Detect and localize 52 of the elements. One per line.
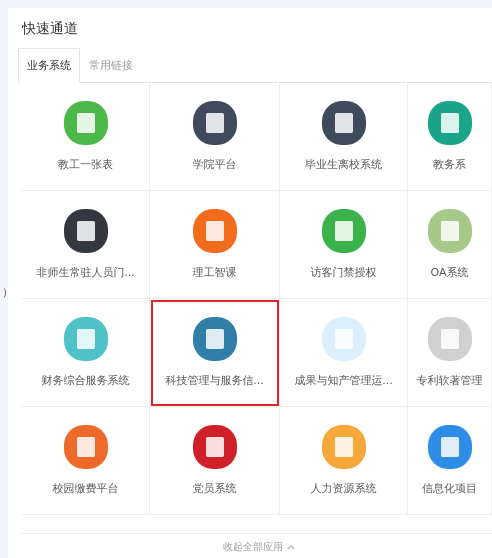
app-tile[interactable]: 非师生常驻人员门... — [22, 191, 150, 299]
app-tile[interactable]: 毕业生离校系统 — [280, 83, 408, 191]
app-label: 专利软著管理 — [416, 373, 482, 388]
app-label: OA系统 — [430, 265, 468, 280]
tab[interactable]: 业务系统 — [18, 48, 80, 83]
app-label: 毕业生离校系统 — [305, 157, 382, 172]
app-icon — [428, 101, 472, 145]
app-tile[interactable]: 教务系 — [408, 83, 492, 191]
app-tile[interactable]: 信息化项目 — [408, 407, 492, 515]
app-tile[interactable]: 访客门禁授权 — [280, 191, 408, 299]
app-icon — [322, 101, 366, 145]
app-tile[interactable]: 校园缴费平台 — [22, 407, 150, 515]
app-label: 成果与知产管理运... — [294, 373, 393, 388]
app-label: 科技管理与服务信... — [165, 373, 264, 388]
app-label: 党员系统 — [192, 481, 236, 496]
app-icon — [64, 425, 108, 469]
app-tile[interactable]: 学院平台 — [150, 83, 280, 191]
app-label: 学院平台 — [192, 157, 236, 172]
app-tile[interactable]: 教工一张表 — [22, 83, 150, 191]
edge-fragment: ) — [3, 288, 7, 299]
app-label: 人力资源系统 — [310, 481, 376, 496]
app-tile[interactable]: 党员系统 — [150, 407, 280, 515]
app-tile[interactable]: 成果与知产管理运... — [280, 299, 408, 407]
app-label: 教务系 — [433, 157, 466, 172]
app-icon — [64, 101, 108, 145]
caret-up-icon — [287, 544, 295, 550]
app-icon — [192, 425, 236, 469]
app-tile[interactable]: 人力资源系统 — [280, 407, 408, 515]
app-tile[interactable]: 财务综合服务系统 — [22, 299, 150, 407]
app-label: 信息化项目 — [422, 481, 477, 496]
panel-title: 快速通道 — [20, 20, 79, 38]
app-label: 访客门禁授权 — [310, 265, 376, 280]
app-icon — [64, 209, 108, 253]
app-tile[interactable]: 专利软著管理 — [408, 299, 492, 407]
app-icon — [64, 317, 108, 361]
app-tile[interactable]: 理工智课 — [150, 191, 280, 299]
app-icon — [322, 425, 366, 469]
app-label: 非师生常驻人员门... — [36, 265, 135, 280]
app-icon — [428, 425, 472, 469]
app-tile[interactable]: 科技管理与服务信... — [150, 299, 280, 407]
app-icon — [428, 209, 472, 253]
app-label: 理工智课 — [192, 265, 236, 280]
app-label: 校园缴费平台 — [52, 481, 118, 496]
app-icon — [192, 101, 236, 145]
app-tile[interactable]: OA系统 — [408, 191, 492, 299]
app-icon — [192, 317, 236, 361]
app-label: 教工一张表 — [58, 157, 113, 172]
app-label: 财务综合服务系统 — [42, 373, 130, 388]
app-icon — [322, 317, 366, 361]
app-icon — [322, 209, 366, 253]
app-icon — [192, 209, 236, 253]
app-icon — [428, 317, 472, 361]
